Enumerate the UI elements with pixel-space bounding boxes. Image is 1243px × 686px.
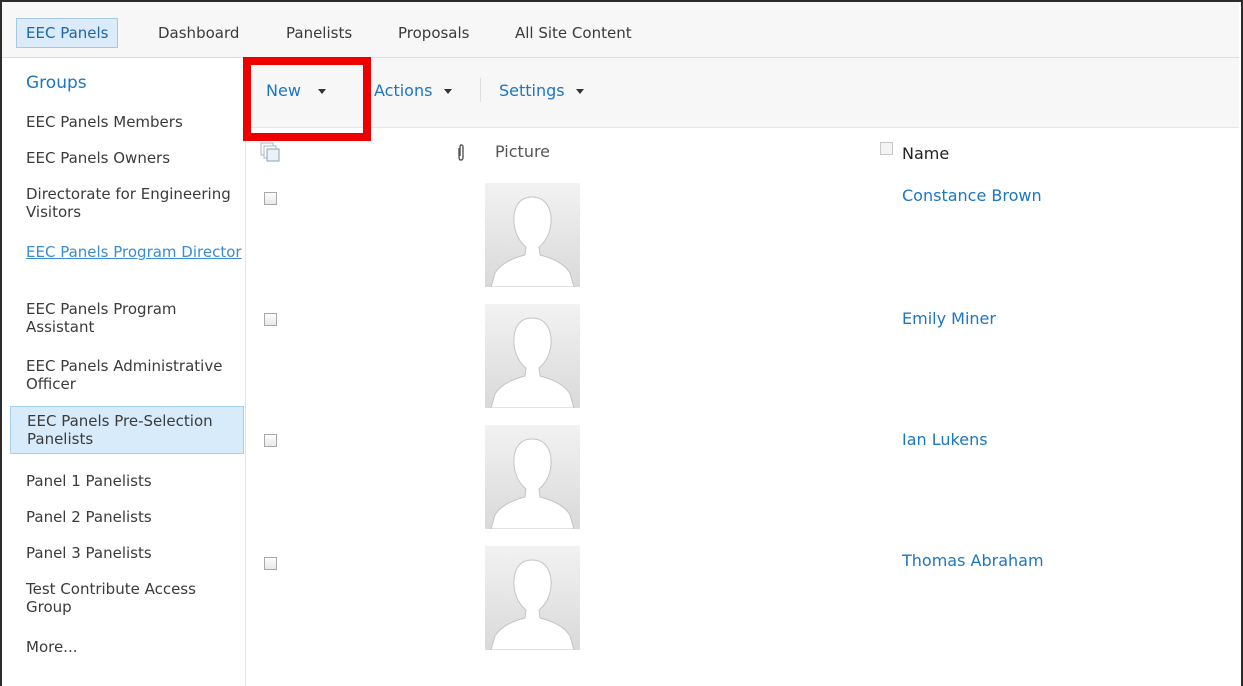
settings-button-label: Settings — [499, 81, 565, 100]
toolbar-divider — [480, 78, 481, 102]
person-name-link[interactable]: Constance Brown — [902, 186, 1042, 205]
group-test-contribute-access[interactable]: Test Contribute Access Group — [10, 580, 244, 616]
name-header-checkbox[interactable] — [880, 142, 893, 155]
group-directorate-engineering-visitors[interactable]: Directorate for Engineering Visitors — [10, 185, 244, 221]
topnav-dashboard[interactable]: Dashboard — [158, 18, 239, 48]
group-eec-panels-pre-selection-panelists[interactable]: EEC Panels Pre-Selection Panelists — [10, 406, 244, 454]
topnav-all-site-content[interactable]: All Site Content — [515, 18, 632, 48]
person-silhouette-icon — [485, 304, 580, 408]
person-silhouette-icon — [485, 425, 580, 529]
group-eec-panels-administrative-officer[interactable]: EEC Panels Administrative Officer — [10, 357, 244, 393]
settings-button[interactable]: Settings — [499, 81, 584, 100]
row-checkbox[interactable] — [264, 313, 277, 326]
topnav-panelists[interactable]: Panelists — [286, 18, 352, 48]
row-checkbox[interactable] — [264, 192, 277, 205]
select-all-icon[interactable] — [260, 142, 280, 162]
top-navigation: EEC Panels Dashboard Panelists Proposals… — [2, 2, 1239, 58]
group-eec-panels-members[interactable]: EEC Panels Members — [10, 113, 244, 131]
actions-button[interactable]: Actions — [374, 81, 452, 100]
group-eec-panels-program-director[interactable]: EEC Panels Program Director — [10, 243, 244, 261]
group-eec-panels-owners[interactable]: EEC Panels Owners — [10, 149, 244, 167]
list-toolbar: New Actions Settings — [246, 58, 1239, 128]
topnav-eec-panels[interactable]: EEC Panels — [16, 18, 119, 48]
name-column-header[interactable]: Name — [902, 144, 949, 163]
group-panel-1-panelists[interactable]: Panel 1 Panelists — [10, 472, 244, 490]
caret-down-icon — [443, 89, 452, 94]
groups-header[interactable]: Groups — [26, 73, 87, 93]
group-eec-panels-program-assistant[interactable]: EEC Panels Program Assistant — [10, 300, 244, 336]
person-name-link[interactable]: Thomas Abraham — [902, 551, 1044, 570]
group-panel-3-panelists[interactable]: Panel 3 Panelists — [10, 544, 244, 562]
actions-button-label: Actions — [374, 81, 433, 100]
new-button-highlight — [243, 57, 371, 141]
person-silhouette-icon — [485, 546, 580, 650]
group-panel-2-panelists[interactable]: Panel 2 Panelists — [10, 508, 244, 526]
left-navigation: Groups EEC Panels Members EEC Panels Own… — [2, 58, 246, 686]
topnav-proposals[interactable]: Proposals — [398, 18, 469, 48]
person-name-link[interactable]: Ian Lukens — [902, 430, 988, 449]
row-checkbox[interactable] — [264, 557, 277, 570]
person-silhouette-icon — [485, 183, 580, 287]
row-checkbox[interactable] — [264, 434, 277, 447]
person-name-link[interactable]: Emily Miner — [902, 309, 996, 328]
more-groups-link[interactable]: More... — [10, 638, 244, 656]
caret-down-icon — [575, 89, 584, 94]
paperclip-icon — [458, 144, 464, 161]
picture-column-header[interactable]: Picture — [495, 142, 550, 161]
